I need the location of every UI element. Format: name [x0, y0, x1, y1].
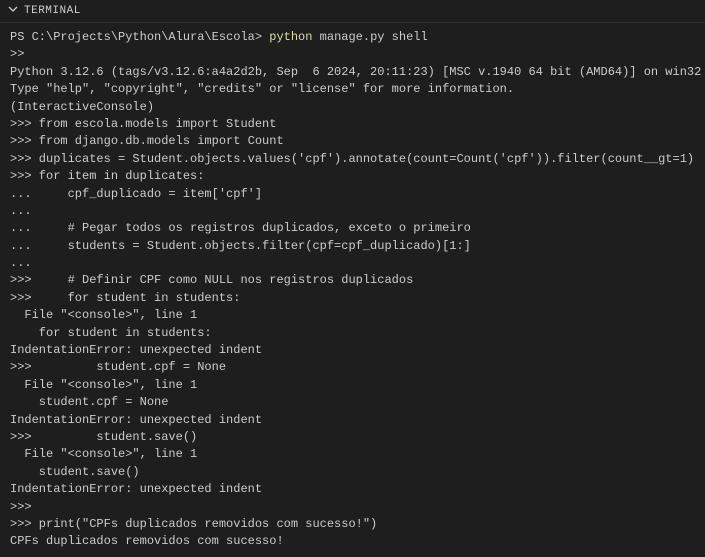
terminal-line: IndentationError: unexpected indent: [10, 481, 695, 498]
terminal-line: ... cpf_duplicado = item['cpf']: [10, 186, 695, 203]
terminal-line: (InteractiveConsole): [10, 99, 695, 116]
terminal-line: >>> # Definir CPF como NULL nos registro…: [10, 272, 695, 289]
terminal-tab-title[interactable]: TERMINAL: [24, 5, 81, 17]
terminal-line: >>> for student in students:: [10, 290, 695, 307]
terminal-line: PS C:\Projects\Python\Alura\Escola> pyth…: [10, 29, 695, 46]
terminal-line: IndentationError: unexpected indent: [10, 412, 695, 429]
terminal-line: >>> for item in duplicates:: [10, 168, 695, 185]
cmd-python: python: [269, 30, 312, 44]
terminal-line: for student in students:: [10, 325, 695, 342]
terminal-line: student.save(): [10, 464, 695, 481]
cmd-rest: manage.py shell: [312, 30, 427, 44]
terminal-line: File "<console>", line 1: [10, 446, 695, 463]
terminal-line: File "<console>", line 1: [10, 307, 695, 324]
terminal-line: >>> print("CPFs duplicados removidos com…: [10, 516, 695, 533]
terminal-line: >>>: [10, 499, 695, 516]
terminal-line: >>> student.save(): [10, 429, 695, 446]
terminal-line: >>: [10, 46, 695, 63]
terminal-line: ... # Pegar todos os registros duplicado…: [10, 220, 695, 237]
terminal-line: CPFs duplicados removidos com sucesso!: [10, 533, 695, 550]
terminal-line: >>> student.cpf = None: [10, 359, 695, 376]
terminal-line: ...: [10, 255, 695, 272]
terminal-line: ...: [10, 203, 695, 220]
terminal-line: >>> from escola.models import Student: [10, 116, 695, 133]
chevron-down-icon[interactable]: [8, 4, 18, 18]
terminal-line: IndentationError: unexpected indent: [10, 342, 695, 359]
prompt-path: PS C:\Projects\Python\Alura\Escola>: [10, 30, 269, 44]
terminal-line: Type "help", "copyright", "credits" or "…: [10, 81, 695, 98]
terminal-header: TERMINAL: [0, 0, 705, 23]
terminal-line: ... students = Student.objects.filter(cp…: [10, 238, 695, 255]
terminal-output[interactable]: PS C:\Projects\Python\Alura\Escola> pyth…: [0, 23, 705, 557]
terminal-line: student.cpf = None: [10, 394, 695, 411]
terminal-line: >>> from django.db.models import Count: [10, 133, 695, 150]
terminal-line: >>> duplicates = Student.objects.values(…: [10, 151, 695, 168]
terminal-line: File "<console>", line 1: [10, 377, 695, 394]
terminal-line: Python 3.12.6 (tags/v3.12.6:a4a2d2b, Sep…: [10, 64, 695, 81]
